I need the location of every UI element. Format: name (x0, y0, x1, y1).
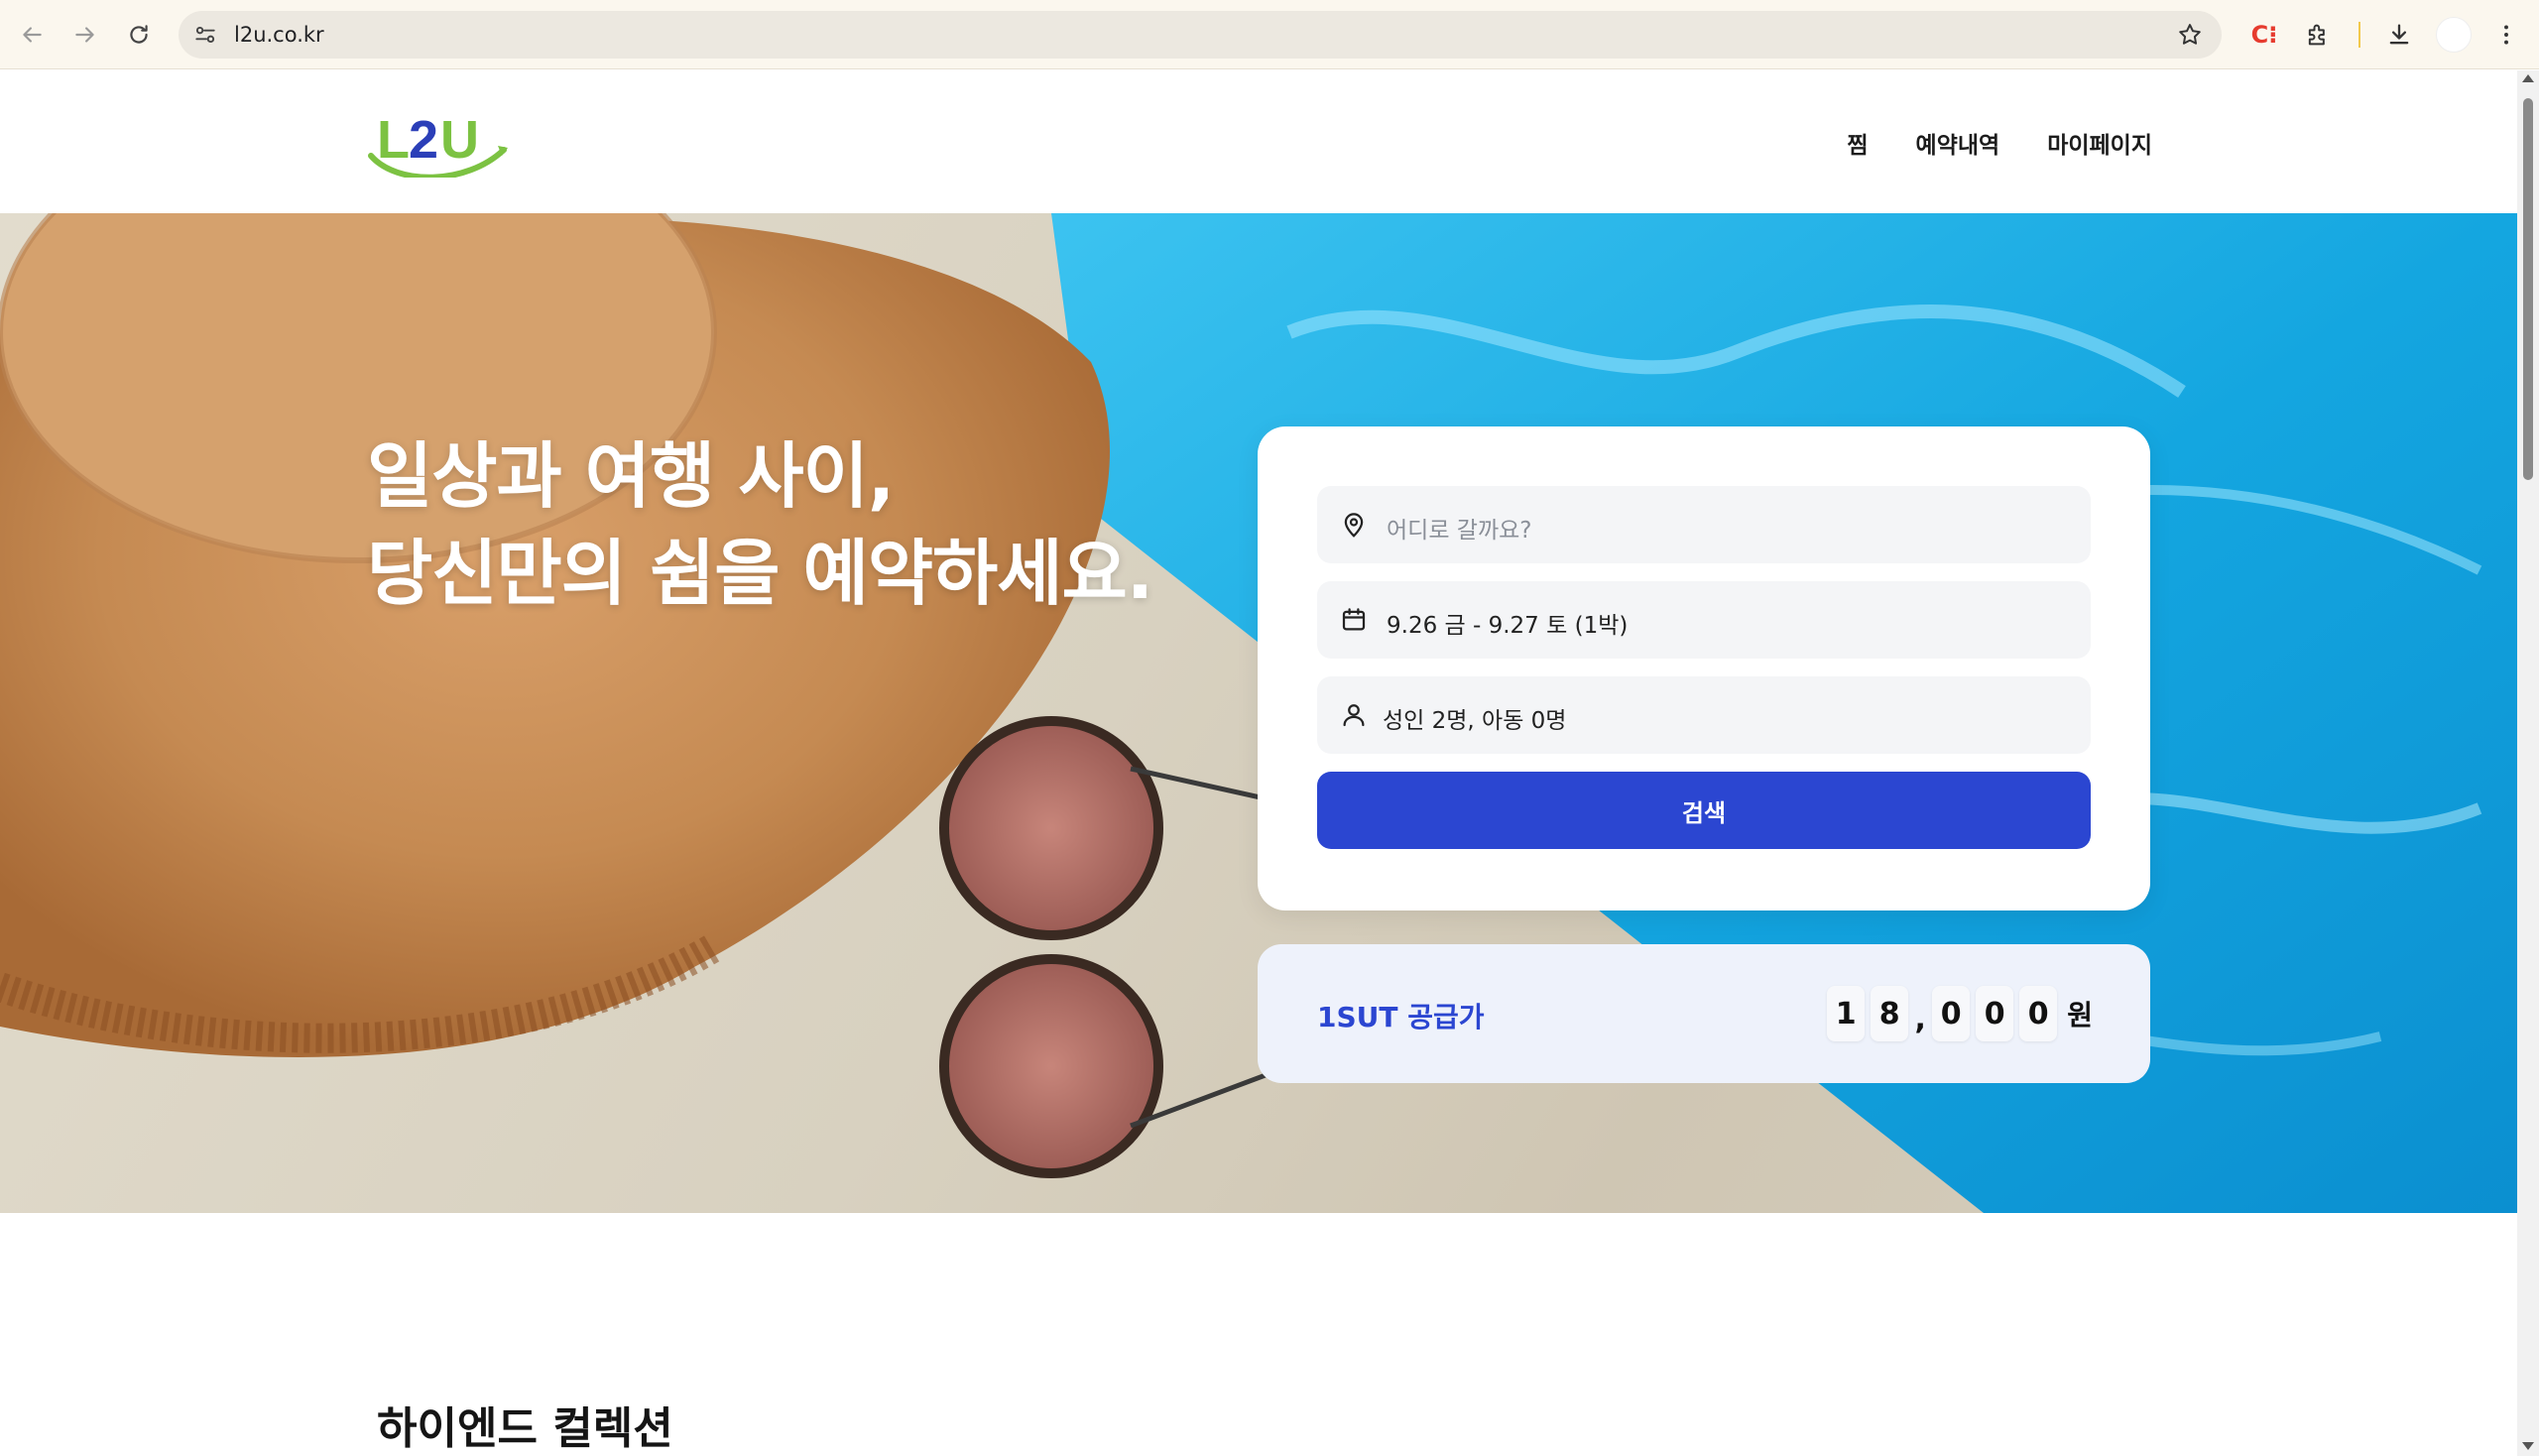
hero-banner: 일상과 여행 사이, 당신만의 쉼을 예약하세요. 어디로 갈까요? 9.26 … (0, 213, 2517, 1213)
price-digit: 0 (2019, 986, 2058, 1041)
guests-field[interactable]: 성인 2명, 아동 0명 (1317, 676, 2091, 754)
profile-avatar[interactable] (2436, 17, 2472, 53)
section-title-highend-collection: 하이엔드 컬렉션 (377, 1403, 673, 1454)
guests-value: 성인 2명, 아동 0명 (1383, 708, 1567, 734)
price-digit: 0 (1932, 986, 1971, 1041)
site-settings-icon[interactable] (192, 22, 218, 48)
price-digit: 1 (1827, 986, 1866, 1041)
price-separator: , (1914, 1001, 1926, 1036)
date-range-value: 9.26 금 - 9.27 토 (1박) (1387, 613, 1629, 639)
extension-c-icon[interactable]: C⁝ (2249, 20, 2279, 50)
price-digit: 8 (1871, 986, 1909, 1041)
url-text[interactable]: l2u.co.kr (234, 23, 324, 47)
svg-text:2: 2 (409, 110, 438, 170)
scroll-up-arrow-icon[interactable] (2522, 74, 2534, 82)
location-pin-icon (1344, 513, 1364, 538)
bookmark-star-icon[interactable] (2176, 21, 2204, 49)
menu-wishlist[interactable]: 찜 (1847, 126, 1868, 160)
forward-icon[interactable] (67, 17, 103, 53)
scroll-down-arrow-icon[interactable] (2522, 1442, 2534, 1450)
date-range-field[interactable]: 9.26 금 - 9.27 토 (1박) (1317, 581, 2091, 659)
scrollbar-thumb[interactable] (2523, 98, 2533, 480)
browser-toolbar: l2u.co.kr C⁝ (0, 0, 2539, 69)
site-header: L 2 U 찜 예약내역 마이페이지 (0, 70, 2517, 213)
toolbar-divider (2358, 22, 2360, 48)
svg-text:U: U (440, 110, 479, 170)
page-scrollbar[interactable] (2517, 70, 2539, 1456)
search-card: 어디로 갈까요? 9.26 금 - 9.27 토 (1박) 성인 2명, 아동 … (1258, 426, 2150, 910)
hero-title: 일상과 여행 사이, 당신만의 쉼을 예약하세요. (367, 427, 1153, 622)
destination-placeholder: 어디로 갈까요? (1387, 518, 1532, 544)
l2u-logo[interactable]: L 2 U (367, 108, 508, 178)
price-currency: 원 (2067, 999, 2093, 1031)
more-menu-icon[interactable] (2491, 20, 2521, 50)
address-bar[interactable]: l2u.co.kr (179, 11, 2222, 59)
main-menu: 찜 예약내역 마이페이지 (1847, 126, 2152, 160)
download-icon[interactable] (2384, 20, 2414, 50)
svg-text:L: L (377, 110, 410, 170)
search-button[interactable]: 검색 (1317, 772, 2091, 849)
price-label: 1SUT 공급가 (1317, 1001, 1485, 1033)
extensions-puzzle-icon[interactable] (2303, 20, 2333, 50)
person-icon (1343, 704, 1365, 727)
price-card: 1SUT 공급가 1 8 , 0 0 0 원 (1258, 944, 2150, 1083)
destination-field[interactable]: 어디로 갈까요? (1317, 486, 2091, 563)
hero-title-line-1: 일상과 여행 사이, (367, 434, 895, 518)
menu-mypage[interactable]: 마이페이지 (2047, 126, 2152, 160)
hero-title-line-2: 당신만의 쉼을 예약하세요. (367, 532, 1153, 615)
menu-reservations[interactable]: 예약내역 (1916, 126, 2000, 160)
calendar-icon (1342, 608, 1366, 631)
price-digit: 0 (1976, 986, 2014, 1041)
price-counter: 1 8 , 0 0 0 원 (1827, 986, 2093, 1041)
reload-icon[interactable] (121, 17, 157, 53)
back-icon[interactable] (14, 17, 50, 53)
